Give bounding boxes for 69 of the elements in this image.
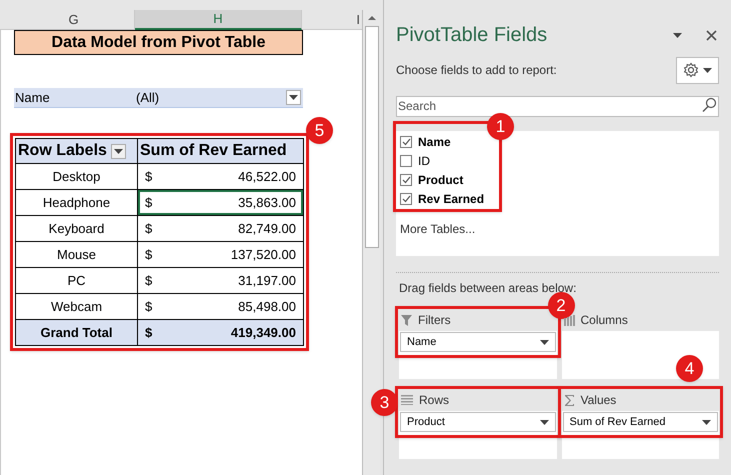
row-label-cell: Desktop xyxy=(16,164,138,189)
caret-icon xyxy=(702,420,711,424)
callout-badge: 5 xyxy=(306,117,333,144)
settings-button[interactable] xyxy=(676,56,719,84)
row-label-cell: Webcam xyxy=(16,294,138,319)
header-cell-text: Sum of Rev Earned xyxy=(139,141,288,161)
caret-icon xyxy=(540,420,548,424)
value-cell: $ 35,863.00 xyxy=(138,190,303,215)
caret-icon xyxy=(289,95,298,100)
area-label: Values xyxy=(580,392,616,409)
area-label: Filters xyxy=(418,312,451,329)
checkbox[interactable] xyxy=(400,136,412,148)
drop-area[interactable]: Name xyxy=(399,331,556,379)
row-label-cell: Headphone xyxy=(16,190,138,215)
drop-area[interactable]: Sum of Rev Earned xyxy=(562,411,719,459)
close-icon[interactable] xyxy=(706,30,717,40)
checkbox[interactable] xyxy=(400,174,412,186)
drop-area[interactable]: Product xyxy=(399,411,556,459)
panel-subtitle: Choose fields to add to report: xyxy=(396,62,558,79)
caret-icon xyxy=(673,32,682,38)
vertical-scrollbar[interactable] xyxy=(362,10,380,475)
value-cell-text: $ 46,522.00 xyxy=(144,168,297,186)
row-label-cell: PC xyxy=(16,268,138,293)
field-checkbox[interactable]: Product xyxy=(400,172,484,188)
sheet-title: Data Model from Pivot Table xyxy=(14,30,303,55)
area-label: Columns xyxy=(580,312,628,329)
header-cell-text: Row Labels xyxy=(18,141,107,161)
drop-area[interactable] xyxy=(562,331,719,379)
row-label-cell: Mouse xyxy=(16,242,138,267)
area-label: Rows xyxy=(419,392,450,409)
checkmark-icon xyxy=(402,176,410,184)
field-dropdown[interactable]: Sum of Rev Earned xyxy=(562,412,718,432)
filter-dropdown[interactable] xyxy=(286,90,301,105)
row-labels-dropdown[interactable] xyxy=(110,144,126,158)
value-cell-text: $ 137,520.00 xyxy=(144,246,297,264)
value-cell-text: $ 31,197.00 xyxy=(144,272,297,290)
filter-value: (All) xyxy=(136,88,160,107)
column-header[interactable]: H xyxy=(135,10,302,30)
settings-icon xyxy=(683,62,699,78)
search-icon xyxy=(702,97,717,112)
total-value-cell-text: $ 419,349.00 xyxy=(144,324,297,342)
checkmark-icon xyxy=(402,138,410,146)
field-checkbox[interactable]: Rev Earned xyxy=(400,191,484,207)
columns-icon xyxy=(564,314,574,326)
field-checkbox[interactable]: Name xyxy=(400,134,484,150)
row-label-cell: Keyboard xyxy=(16,216,138,241)
value-cell-text: $ 82,749.00 xyxy=(144,220,297,238)
callout-badge: 2 xyxy=(548,292,574,319)
caret-icon xyxy=(703,68,712,72)
checkbox[interactable] xyxy=(400,155,412,167)
caret-icon xyxy=(540,340,548,344)
field-checkbox[interactable]: ID xyxy=(400,153,484,169)
rows-icon xyxy=(401,395,413,405)
column-header[interactable]: I xyxy=(302,10,362,30)
value-cell-text: $ 85,498.00 xyxy=(144,298,297,316)
field-dropdown[interactable]: Product xyxy=(400,412,556,432)
sigma-icon xyxy=(564,394,574,406)
search-field[interactable]: Search xyxy=(396,96,719,116)
scroll-thumb[interactable] xyxy=(364,26,378,248)
checkmark-icon xyxy=(402,195,410,203)
funnel-icon xyxy=(401,314,412,326)
caret-icon xyxy=(114,148,123,154)
more-tables-link[interactable]: More Tables... xyxy=(400,220,719,238)
callout-badge: 1 xyxy=(487,113,514,140)
total-label-cell: Grand Total xyxy=(16,320,138,345)
checkbox[interactable] xyxy=(400,193,412,205)
filter-label: Name xyxy=(14,88,51,107)
field-dropdown[interactable]: Name xyxy=(400,332,556,352)
panel-title: PivotTable Fields xyxy=(396,23,548,48)
